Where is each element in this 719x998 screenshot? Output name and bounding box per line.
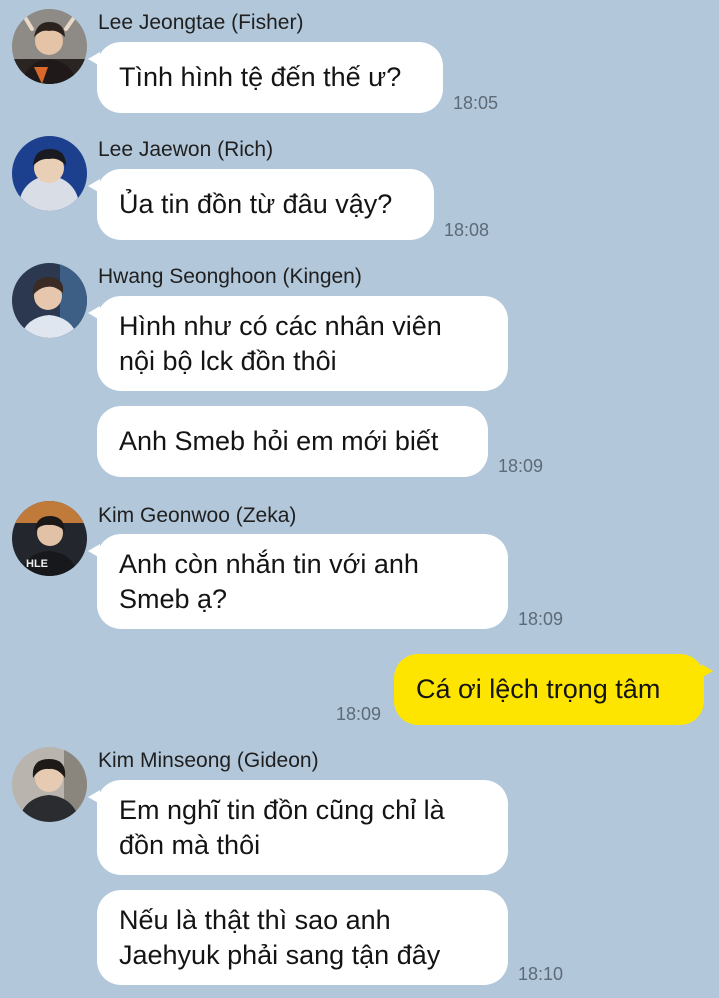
message-bubble[interactable]: Tình hình tệ đến thế ư?: [88, 42, 443, 113]
message-bubble[interactable]: Anh Smeb hỏi em mới biết: [97, 406, 488, 477]
message-line: Jaehyuk phải sang tận đây: [119, 939, 441, 970]
person-avatar-icon: [12, 9, 87, 84]
message-line: đồn mà thôi: [119, 829, 261, 860]
message-timestamp: 18:09: [336, 704, 382, 724]
message-bubble[interactable]: Anh còn nhắn tin với anh Smeb ạ?: [88, 534, 508, 629]
message-line: nội bộ lck đồn thôi: [119, 345, 337, 376]
message-line: Nếu là thật thì sao anh: [119, 904, 391, 935]
avatar-rich[interactable]: [12, 136, 87, 211]
avatar-fisher[interactable]: [12, 9, 87, 84]
message-line: Anh còn nhắn tin với anh: [119, 548, 419, 579]
message-line: Em nghĩ tin đồn cũng chỉ là: [119, 794, 445, 825]
person-avatar-icon: [12, 136, 87, 211]
person-avatar-icon: HLE: [12, 501, 87, 576]
avatar-kingen[interactable]: [12, 263, 87, 338]
message-bubble[interactable]: Hình như có các nhân viên nội bộ lck đồn…: [88, 296, 508, 391]
message-timestamp: 18:09: [518, 609, 564, 629]
message-bubble[interactable]: Nếu là thật thì sao anh Jaehyuk phải san…: [97, 890, 508, 985]
message-line: Hình như có các nhân viên: [119, 310, 442, 341]
my-message-bubble[interactable]: Cá ơi lệch trọng tâm: [394, 654, 713, 725]
message-text: Anh Smeb hỏi em mới biết: [119, 426, 439, 456]
message-line: Smeb ạ?: [119, 583, 228, 614]
message-bubble[interactable]: Ủa tin đồn từ đâu vậy?: [88, 169, 434, 240]
message-timestamp: 18:08: [444, 220, 490, 240]
message-text: Ủa tin đồn từ đâu vậy?: [119, 189, 393, 219]
message-text: Em nghĩ tin đồn cũng chỉ là đồn mà thôi: [119, 793, 445, 863]
person-avatar-icon: [12, 263, 87, 338]
sender-name: Lee Jaewon (Rich): [98, 138, 274, 161]
message-text: Cá ơi lệch trọng tâm: [416, 674, 661, 704]
sender-name: Hwang Seonghoon (Kingen): [98, 265, 362, 288]
avatar-gideon[interactable]: [12, 747, 87, 822]
message-text: Hình như có các nhân viên nội bộ lck đồn…: [119, 309, 442, 379]
message-text: Tình hình tệ đến thế ư?: [119, 62, 402, 92]
sender-name: Kim Minseong (Gideon): [98, 749, 319, 772]
message-bubble[interactable]: Em nghĩ tin đồn cũng chỉ là đồn mà thôi: [88, 780, 508, 875]
message-timestamp: 18:09: [498, 456, 544, 476]
person-avatar-icon: [12, 747, 87, 822]
svg-text:HLE: HLE: [26, 558, 48, 570]
message-timestamp: 18:10: [518, 964, 564, 984]
message-text: Nếu là thật thì sao anh Jaehyuk phải san…: [119, 903, 440, 973]
avatar-zeka[interactable]: HLE: [12, 501, 87, 576]
sender-name: Lee Jeongtae (Fisher): [98, 11, 304, 34]
message-text: Anh còn nhắn tin với anh Smeb ạ?: [119, 547, 419, 617]
message-timestamp: 18:05: [453, 93, 499, 113]
sender-name: Kim Geonwoo (Zeka): [98, 504, 297, 527]
